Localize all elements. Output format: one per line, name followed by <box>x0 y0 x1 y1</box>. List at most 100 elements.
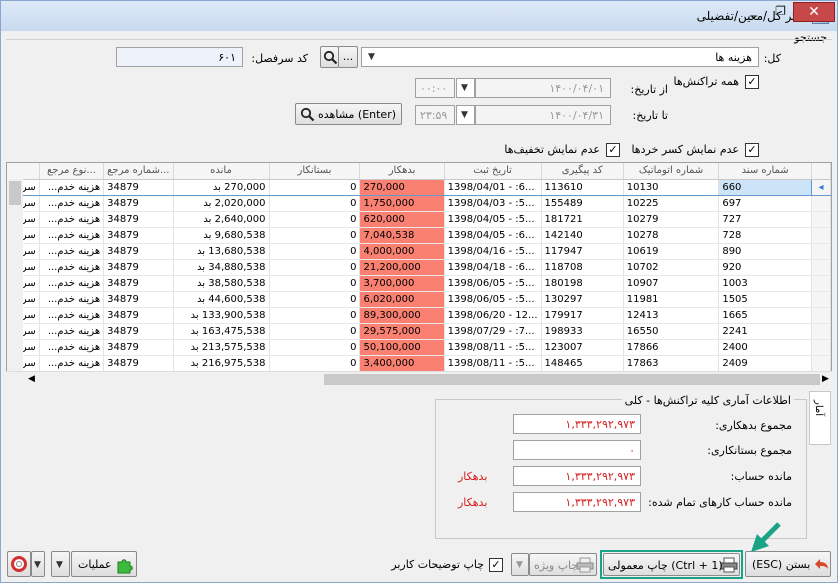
row-indicator[interactable] <box>811 355 831 372</box>
table-cell[interactable]: 727 <box>718 211 812 228</box>
table-cell[interactable]: 11981 <box>623 291 720 308</box>
table-cell[interactable]: 29,575,000 <box>359 323 445 340</box>
table-cell[interactable]: 21,200,000 <box>359 259 445 276</box>
table-cell[interactable]: 34879 <box>103 339 174 356</box>
table-row[interactable]: سر هزینه خدم... 34879 13,680,538 بد 0 4,000,0… <box>7 243 831 260</box>
table-cell[interactable]: 38,580,538 بد <box>173 275 270 292</box>
code-field[interactable]: ۶۰۱ <box>116 47 243 67</box>
row-indicator[interactable] <box>811 307 831 324</box>
table-cell[interactable]: 2400 <box>718 339 812 356</box>
from-time-field[interactable]: ۰۰:۰۰ <box>415 78 455 98</box>
table-row[interactable]: سر هزینه خدم... 34879 216,975,538 بد 0 3,400,… <box>7 355 831 372</box>
row-indicator[interactable] <box>811 243 831 260</box>
search-button[interactable] <box>320 46 339 68</box>
table-row[interactable]: سر هزینه خدم... 34879 213,575,538 بد 0 50,100… <box>7 339 831 356</box>
print-normal-button[interactable]: چاپ معمولی (Ctrl + 1) <box>603 553 740 576</box>
table-cell[interactable]: 1398/04/16 - :5... <box>444 243 542 260</box>
table-cell[interactable]: هزینه خدم... <box>39 195 105 212</box>
table-cell[interactable]: 34879 <box>103 323 174 340</box>
table-cell[interactable]: 17866 <box>623 339 720 356</box>
from-date-dropdown[interactable]: ▼ <box>456 78 475 98</box>
to-date-dropdown[interactable]: ▼ <box>456 105 475 125</box>
table-row[interactable]: سر هزینه خدم... 34879 34,880,538 بد 0 21,200,… <box>7 259 831 276</box>
table-cell[interactable]: 34879 <box>103 275 174 292</box>
table-cell[interactable]: 10278 <box>623 227 720 244</box>
table-cell[interactable]: 0 <box>269 339 361 356</box>
table-cell[interactable]: 12413 <box>623 307 720 324</box>
table-cell[interactable]: 3,700,000 <box>359 275 445 292</box>
table-cell[interactable]: 179917 <box>541 307 624 324</box>
ellipsis-button[interactable]: ... <box>338 46 358 68</box>
table-cell[interactable]: 10702 <box>623 259 720 276</box>
table-cell[interactable]: 1665 <box>718 307 812 324</box>
table-cell[interactable]: 0 <box>269 259 361 276</box>
table-cell[interactable]: 34879 <box>103 307 174 324</box>
table-cell[interactable]: هزینه خدم... <box>39 291 105 308</box>
table-cell[interactable]: 10225 <box>623 195 720 212</box>
column-header[interactable]: تاریخ ثبت <box>444 163 542 180</box>
table-cell[interactable]: 4,000,000 <box>359 243 445 260</box>
table-cell[interactable]: 10279 <box>623 211 720 228</box>
table-cell[interactable]: هزینه خدم... <box>39 227 105 244</box>
table-cell[interactable]: 34879 <box>103 178 174 196</box>
column-header[interactable] <box>7 163 40 180</box>
table-cell[interactable]: 660 <box>718 178 812 196</box>
row-indicator[interactable] <box>811 195 831 212</box>
row-indicator[interactable] <box>811 291 831 308</box>
table-cell[interactable]: 7,040,538 <box>359 227 445 244</box>
table-cell[interactable]: 890 <box>718 243 812 260</box>
table-cell[interactable]: 270,000 بد <box>173 178 270 196</box>
table-cell[interactable]: 44,600,538 بد <box>173 291 270 308</box>
table-cell[interactable]: هزینه خدم... <box>39 339 105 356</box>
help-dropdown[interactable]: ▼ <box>31 551 45 577</box>
table-cell[interactable]: 89,300,000 <box>359 307 445 324</box>
table-cell[interactable]: 0 <box>269 355 361 372</box>
help-button[interactable] <box>7 551 31 577</box>
table-cell[interactable]: 1398/04/05 - :6... <box>444 227 542 244</box>
table-cell[interactable]: 50,100,000 <box>359 339 445 356</box>
column-header[interactable]: کد پیگیری <box>541 163 624 180</box>
table-row[interactable]: سر هزینه خدم... 34879 9,680,538 بد 0 7,040,53… <box>7 227 831 244</box>
table-cell[interactable]: 34879 <box>103 355 174 372</box>
no-fraction-checkbox[interactable]: ✓ <box>745 143 759 157</box>
table-cell[interactable]: هزینه خدم... <box>39 178 105 196</box>
table-cell[interactable]: 1398/04/01 - :6... <box>444 178 542 196</box>
table-cell[interactable]: 142140 <box>541 227 624 244</box>
table-cell[interactable]: 10130 <box>623 178 720 196</box>
table-cell[interactable]: 1398/07/29 - :7... <box>444 323 542 340</box>
scrollbar-thumb[interactable] <box>9 181 21 205</box>
table-cell[interactable]: 1398/06/05 - :5... <box>444 275 542 292</box>
column-header[interactable]: مانده <box>173 163 270 180</box>
table-cell[interactable]: هزینه خدم... <box>39 259 105 276</box>
table-cell[interactable]: 213,575,538 بد <box>173 339 270 356</box>
table-cell[interactable]: 16550 <box>623 323 720 340</box>
table-cell[interactable]: 1398/08/11 - :5... <box>444 339 542 356</box>
scroll-left-icon[interactable]: ◀ <box>28 374 35 384</box>
table-cell[interactable]: 198933 <box>541 323 624 340</box>
table-cell[interactable]: 117947 <box>541 243 624 260</box>
table-cell[interactable]: 1398/04/18 - :6... <box>444 259 542 276</box>
all-transactions-checkbox[interactable]: ✓ <box>745 75 759 89</box>
table-row[interactable]: سر هزینه خدم... 34879 2,020,000 بد 0 1,750,00… <box>7 195 831 212</box>
view-button[interactable]: مشاهده (Enter) <box>295 103 402 125</box>
table-cell[interactable]: 2,020,000 بد <box>173 195 270 212</box>
table-cell[interactable]: 130297 <box>541 291 624 308</box>
table-cell[interactable]: 9,680,538 بد <box>173 227 270 244</box>
table-row[interactable]: سر هزینه خدم... 34879 2,640,000 بد 0 620,000 1… <box>7 211 831 228</box>
user-notes-checkbox[interactable]: ✓ <box>489 558 503 572</box>
column-header[interactable]: بستانکار <box>269 163 361 180</box>
table-cell[interactable]: 10619 <box>623 243 720 260</box>
table-cell[interactable]: 2,640,000 بد <box>173 211 270 228</box>
table-cell[interactable]: 181721 <box>541 211 624 228</box>
transactions-grid[interactable]: نوع مرجع... شماره مرجع... مانده بستانکار… <box>6 162 832 387</box>
close-window-button[interactable]: ✕ <box>793 2 835 22</box>
table-cell[interactable]: 0 <box>269 195 361 212</box>
row-indicator[interactable]: ◂ <box>811 178 831 196</box>
table-cell[interactable]: 1398/08/11 - :5... <box>444 355 542 372</box>
operations-dropdown[interactable]: ▼ <box>51 551 70 577</box>
table-cell[interactable]: هزینه خدم... <box>39 307 105 324</box>
table-row[interactable]: سر هزینه خدم... 34879 44,600,538 بد 0 6,020,0… <box>7 291 831 308</box>
table-cell[interactable]: 34879 <box>103 195 174 212</box>
table-cell[interactable]: هزینه خدم... <box>39 275 105 292</box>
scroll-right-icon[interactable]: ▶ <box>822 374 829 384</box>
